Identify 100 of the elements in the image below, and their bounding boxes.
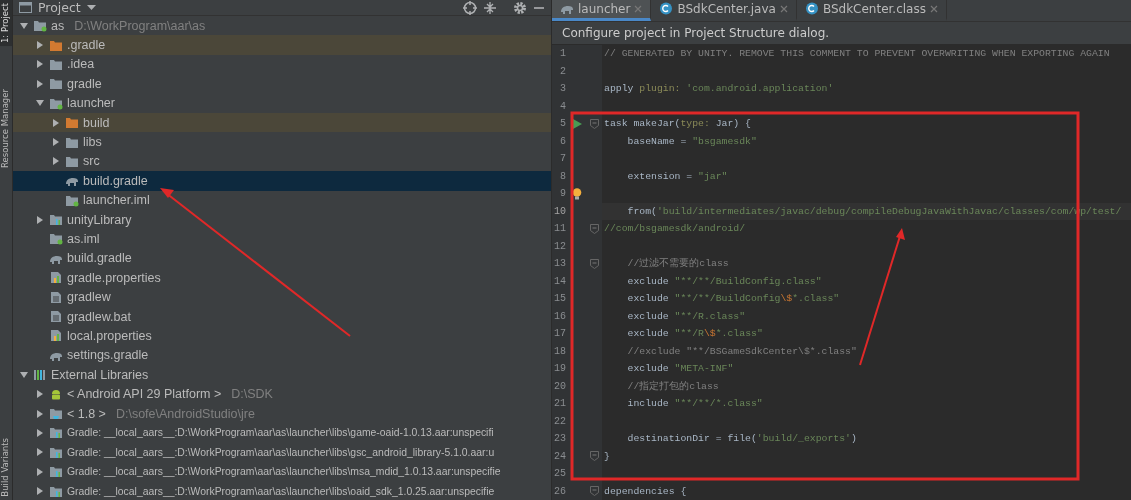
tree-item[interactable]: Gradle: __local_aars__:D:\WorkProgram\aar\as\launcher\libs\oaid_sdk_1.0.25.aar:unspecifie [13,481,551,500]
collapsed-arrow-icon[interactable] [51,117,61,128]
tree-item[interactable]: < 1.8 > D:\sofe\AndroidStudio\jre [13,403,551,424]
class-icon [804,2,819,16]
line-number: 1 [559,48,566,60]
window-icon [19,2,32,13]
settings-icon[interactable] [513,0,527,15]
fold-marker-icon[interactable] [589,223,599,234]
editor-tab[interactable]: BSdkCenter.java [651,0,797,21]
collapsed-arrow-icon[interactable] [35,447,45,458]
collapsed-arrow-icon[interactable] [51,137,61,148]
collapsed-arrow-icon[interactable] [35,466,45,477]
code-line: //过滤不需要的class [626,257,729,271]
line-number: 23 [553,433,566,445]
tool-window-tab[interactable]: 1: Project [0,0,12,47]
code-line: destinationDir = file('build/_exports') [626,433,857,445]
item-label: launcher.iml [83,193,150,208]
tool-window-tab[interactable]: Build Variants [0,435,12,500]
tree-item[interactable]: Gradle: __local_aars__:D:\WorkProgram\aar\as\launcher\libs\gsc_android_library-5.1.0.aar:u [13,442,551,462]
line-number: 14 [553,275,566,287]
tree-item[interactable]: launcher [13,93,551,113]
collapsed-arrow-icon[interactable] [35,59,45,70]
tree-item[interactable]: .gradle [13,35,551,55]
crosshair-icon[interactable] [463,0,477,15]
dropdown-caret-icon[interactable] [86,4,96,11]
tree-item[interactable]: settings.gradle [13,345,551,366]
tree-item[interactable]: unityLibrary [13,209,551,230]
line-number: 10 [553,205,566,217]
item-label: src [83,154,100,169]
collapsed-arrow-icon[interactable] [35,214,45,225]
expanded-arrow-icon[interactable] [19,369,29,380]
collapse-all-icon[interactable] [483,0,497,15]
collapsed-arrow-icon[interactable] [51,156,61,167]
item-label: build.gradle [83,173,148,188]
tree-item[interactable]: gradlew [13,287,551,307]
line-number: 7 [559,153,566,165]
item-path: D:\sofe\AndroidStudio\jre [115,406,255,421]
module-file-icon [49,232,63,246]
tree-item[interactable]: < Android API 29 Platform > D:\SDK [13,384,551,404]
line-number: 11 [553,223,566,235]
tool-window-tab[interactable]: Resource Manager [0,86,12,171]
tree-item[interactable]: build.gradle [13,248,551,269]
fold-marker-icon[interactable] [589,486,599,497]
properties-file-icon [49,271,63,285]
code-line: //exclude "**/BSGameSdkCenter\$*.class" [626,345,857,357]
tree-item[interactable]: gradle.properties [13,268,551,288]
collapsed-arrow-icon[interactable] [35,427,45,438]
collapsed-arrow-icon[interactable] [35,408,45,419]
item-label: unityLibrary [67,212,132,227]
folder-icon [65,154,79,168]
line-number: 20 [553,380,566,392]
tree-item[interactable]: .idea [13,54,551,75]
tree-item[interactable]: src [13,151,551,172]
collapsed-arrow-icon[interactable] [35,486,45,497]
lightbulb-icon[interactable] [572,187,582,200]
line-number: 24 [553,450,566,462]
tree-item[interactable]: build.gradle [13,171,551,191]
tree-item[interactable]: Gradle: __local_aars__:D:\WorkProgram\aar\as\launcher\libs\game-oaid-1.0.13.aar:unspecifi [13,423,551,443]
folder-icon [49,407,63,420]
collapsed-arrow-icon[interactable] [35,40,45,51]
tree-item[interactable]: External Libraries [13,365,551,385]
editor-tab[interactable]: BSdkCenter.class [796,0,947,21]
item-label: as.iml [67,232,100,246]
tree-item[interactable]: as.iml [13,229,551,249]
code-line: exclude "**/**/BuildConfig\$*.class" [626,293,840,305]
fold-marker-icon[interactable] [589,258,599,269]
tree-item[interactable]: Gradle: __local_aars__:D:\WorkProgram\aar\as\launcher\libs\msa_mdid_1.0.13.aar:unspecifie [13,462,551,482]
folder-icon [49,57,63,71]
tree-item[interactable]: libs [13,132,551,152]
code-line: exclude "**/R\$*.class" [626,328,763,340]
line-number: 16 [553,310,566,322]
collapsed-arrow-icon[interactable] [35,78,45,89]
collapsed-arrow-icon[interactable] [35,389,45,400]
tree-item[interactable]: build [13,112,551,133]
fold-marker-icon[interactable] [589,451,599,462]
android-icon [49,387,63,401]
item-label: Gradle: __local_aars__:D:\WorkProgram\aar\as\launcher\libs\oaid_sdk_1.0.25.aar:unspecifie [67,485,495,497]
code-line: baseName = "bsgamesdk" [626,135,757,147]
panel-title[interactable]: Project [38,0,81,15]
tree-item[interactable]: gradle [13,74,551,94]
tree-item[interactable]: as D:\WorkProgram\aar\as [13,16,551,36]
tree-item[interactable]: launcher.iml [13,190,551,210]
item-label: build [83,115,110,130]
folder-icon [49,77,63,91]
line-number: 21 [553,398,566,410]
item-label: gradlew.bat [67,309,131,324]
run-icon[interactable] [572,118,582,129]
library-icon [49,213,63,227]
line-number: 3 [559,83,566,95]
library-icon [49,445,63,459]
code-line: } [603,450,610,462]
libraries-icon [33,368,47,382]
item-label: External Libraries [51,367,149,382]
item-label: local.properties [67,328,152,343]
tree-item[interactable]: local.properties [13,326,551,346]
code-line: exclude "**/**/BuildConfig.class" [626,275,822,287]
tree-item[interactable]: gradlew.bat [13,306,551,327]
expanded-arrow-icon[interactable] [19,20,29,31]
fold-marker-icon[interactable] [589,118,599,129]
editor-tab[interactable]: launcher [552,0,652,21]
